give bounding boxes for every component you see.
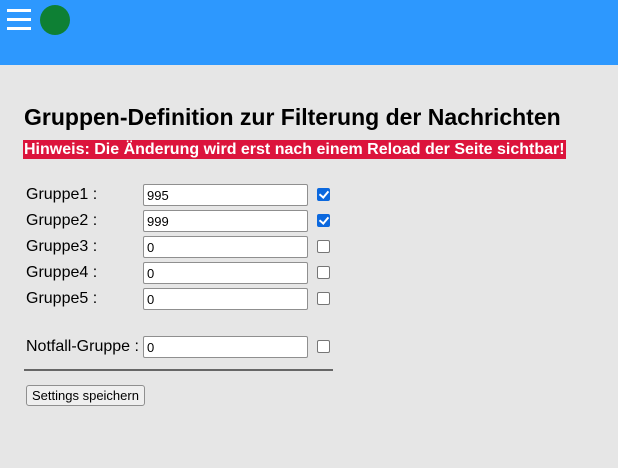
- group1-label: Gruppe1 :: [26, 186, 98, 203]
- status-dot-icon: [40, 5, 70, 35]
- emergency-group-input[interactable]: [143, 336, 308, 358]
- group5-checkbox[interactable]: [317, 292, 330, 305]
- top-bar: [0, 0, 618, 65]
- group4-label: Gruppe4 :: [26, 264, 98, 281]
- group2-label: Gruppe2 :: [26, 212, 98, 229]
- emergency-group-checkbox[interactable]: [317, 340, 330, 353]
- divider: [24, 369, 333, 371]
- emergency-group-label: Notfall-Gruppe :: [26, 338, 139, 355]
- save-settings-button[interactable]: Settings speichern: [26, 385, 145, 406]
- group1-input[interactable]: [143, 184, 308, 206]
- group3-input[interactable]: [143, 236, 308, 258]
- group3-checkbox[interactable]: [317, 240, 330, 253]
- group2-checkbox[interactable]: [317, 214, 330, 227]
- group1-checkbox[interactable]: [317, 188, 330, 201]
- group2-input[interactable]: [143, 210, 308, 232]
- group5-label: Gruppe5 :: [26, 290, 98, 307]
- group3-label: Gruppe3 :: [26, 238, 98, 255]
- page-title: Gruppen-Definition zur Filterung der Nac…: [24, 104, 561, 130]
- hamburger-menu-icon[interactable]: [7, 9, 31, 30]
- reload-notice: Hinweis: Die Änderung wird erst nach ein…: [23, 140, 566, 159]
- group5-input[interactable]: [143, 288, 308, 310]
- group4-checkbox[interactable]: [317, 266, 330, 279]
- group4-input[interactable]: [143, 262, 308, 284]
